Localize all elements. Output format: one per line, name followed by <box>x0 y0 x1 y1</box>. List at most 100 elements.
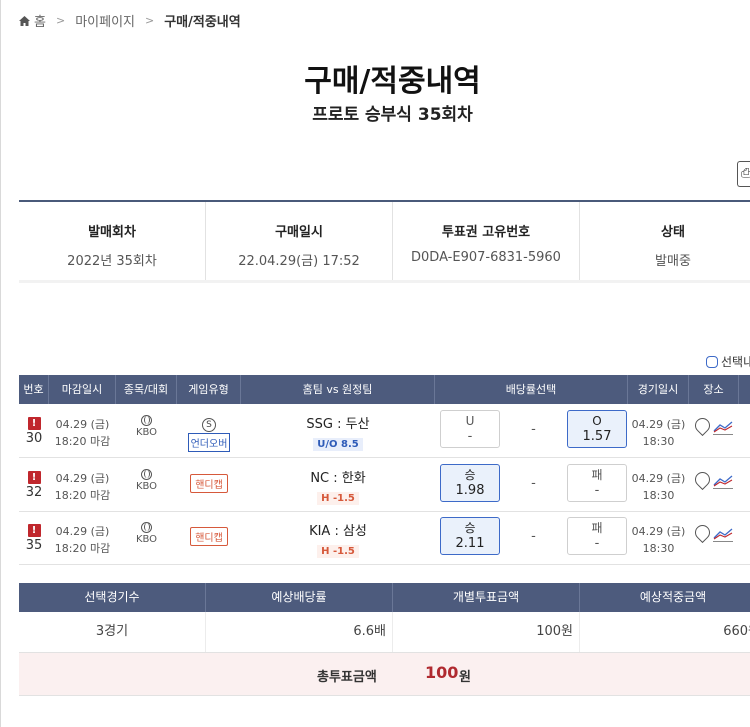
game-type-cell: 핸디캡 <box>177 511 241 564</box>
game-type-cell: S 언더오버 <box>177 404 241 457</box>
odds-label: O <box>592 414 602 428</box>
row-number-cell: ! 35 <box>19 511 49 564</box>
col-header-matchup: 홈팀 vs 원정팀 <box>241 375 435 404</box>
info-value: 22.04.29(금) 17:52 <box>238 254 360 269</box>
location-pin-icon[interactable] <box>695 525 710 545</box>
odds-label: 승 <box>464 468 476 482</box>
game-date-cell: 04.29 (금) 18:30 <box>628 404 689 457</box>
row-number-cell: ! 32 <box>19 458 49 511</box>
printer-icon: ⎙ <box>741 166 750 181</box>
venue-cell <box>689 511 739 564</box>
odds-label: U <box>465 414 475 428</box>
odds-option-win[interactable]: 승 2.11 <box>440 517 500 555</box>
odds-cell: 승 2.11 - 패 - <box>435 511 628 564</box>
row-number-cell: ! 30 <box>19 404 49 457</box>
game-date: 04.29 (금) <box>631 418 686 431</box>
alert-icon: ! <box>27 471 41 484</box>
total-bet-row: 총투표금액 100 원 <box>19 653 750 696</box>
info-ticket-id: 투표권 고유번호 D0DA-E907-6831-5960 <box>393 202 580 281</box>
row-number: 30 <box>25 431 43 446</box>
odds-value: - <box>594 483 600 498</box>
deadline-date: 04.29 (금) <box>55 472 110 485</box>
summary-expected-payout: 660원 <box>580 612 750 652</box>
chevron-right-icon: > <box>145 14 155 27</box>
game-type-tag: 언더오버 <box>187 433 231 452</box>
info-value: 발매중 <box>655 254 691 269</box>
odds-draw: - <box>531 422 536 437</box>
select-all-label: 선택내 <box>721 355 750 369</box>
deadline-time: 18:20 마감 <box>54 542 111 555</box>
odds-label: 승 <box>464 521 476 535</box>
info-header: 구매일시 <box>275 225 323 240</box>
game-date-cell: 04.29 (금) 18:30 <box>628 458 689 511</box>
odds-option-under[interactable]: U - <box>440 410 500 448</box>
info-header: 상태 <box>661 225 685 240</box>
odds-value: - <box>594 536 600 551</box>
deadline-time: 18:20 마감 <box>54 435 111 448</box>
location-pin-icon[interactable] <box>695 418 710 438</box>
sport-cell: KBO <box>116 511 177 564</box>
handicap-badge: H -1.5 <box>317 492 359 505</box>
odds-draw: - <box>531 476 536 491</box>
summary-header: 선택경기수 <box>19 583 206 612</box>
summary-game-count: 3경기 <box>19 612 206 652</box>
handicap-badge: U/O 8.5 <box>313 438 363 451</box>
checkbox-icon[interactable] <box>706 355 718 368</box>
odds-option-lose[interactable]: 패 - <box>567 517 627 555</box>
deadline-date: 04.29 (금) <box>55 418 110 431</box>
alert-icon: ! <box>27 417 41 430</box>
info-header: 투표권 고유번호 <box>441 225 531 240</box>
info-value: 2022년 35회차 <box>67 254 157 269</box>
odds-option-over[interactable]: O 1.57 <box>567 410 627 448</box>
sport-cell: KBO <box>116 404 177 457</box>
odds-option-lose[interactable]: 패 - <box>567 464 627 502</box>
matchup-teams: NC : 한화 <box>310 471 366 486</box>
info-value: D0DA-E907-6831-5960 <box>411 250 561 265</box>
chart-trend-icon[interactable] <box>713 527 733 542</box>
odds-cell: 승 1.98 - 패 - <box>435 458 628 511</box>
summary-table-header: 선택경기수 예상배당률 개별투표금액 예상적중금액 <box>19 583 750 612</box>
breadcrumb: 홈 > 마이페이지 > 구매/적중내역 <box>19 11 241 30</box>
select-all-checkbox[interactable]: 선택내 <box>706 353 750 370</box>
odds-label: 패 <box>591 521 603 535</box>
deadline-cell: 04.29 (금) 18:20 마감 <box>49 458 116 511</box>
deadline-cell: 04.29 (금) 18:20 마감 <box>49 404 116 457</box>
odds-option-win[interactable]: 승 1.98 <box>440 464 500 502</box>
col-header-number: 번호 <box>19 375 49 404</box>
games-table-header: 번호 마감일시 종목/대회 게임유형 홈팀 vs 원정팀 배당률선택 경기일시 … <box>19 375 750 404</box>
summary-row: 3경기 6.6배 100원 660원 <box>19 612 750 653</box>
venue-cell <box>689 404 739 457</box>
print-button[interactable]: ⎙ <box>737 161 750 187</box>
col-header-deadline: 마감일시 <box>49 375 116 404</box>
breadcrumb-mypage[interactable]: 마이페이지 <box>75 11 135 30</box>
league-label: KBO <box>135 534 158 545</box>
col-header-sport: 종목/대회 <box>116 375 177 404</box>
deadline-date: 04.29 (금) <box>55 525 110 538</box>
home-icon[interactable] <box>19 15 30 26</box>
location-pin-icon[interactable] <box>695 472 710 492</box>
game-time: 18:30 <box>642 435 675 448</box>
purchase-info-table: 발매회차 2022년 35회차 구매일시 22.04.29(금) 17:52 투… <box>19 200 750 282</box>
info-purchase-date: 구매일시 22.04.29(금) 17:52 <box>206 202 393 281</box>
chart-trend-icon[interactable] <box>713 474 733 489</box>
breadcrumb-home[interactable]: 홈 <box>34 11 46 30</box>
game-date: 04.29 (금) <box>631 525 686 538</box>
table-row: ! 30 04.29 (금) 18:20 마감 KBO S 언더오버 SSG :… <box>19 404 750 458</box>
baseball-icon <box>141 415 152 426</box>
game-time: 18:30 <box>642 542 675 555</box>
total-bet-label: 총투표금액 <box>317 670 377 685</box>
matchup-cell: SSG : 두산 U/O 8.5 <box>241 404 435 457</box>
row-number: 32 <box>25 485 43 500</box>
game-date-cell: 04.29 (금) 18:30 <box>628 511 689 564</box>
chart-trend-icon[interactable] <box>713 420 733 435</box>
baseball-icon <box>141 469 152 480</box>
summary-expected-odds: 6.6배 <box>206 612 393 652</box>
page-subtitle: 프로토 승부식 35회차 <box>312 105 473 125</box>
odds-value: 1.98 <box>455 483 485 498</box>
summary-bet-amount: 100원 <box>393 612 580 652</box>
league-label: KBO <box>135 481 158 492</box>
matchup-cell: KIA : 삼성 H -1.5 <box>241 511 435 564</box>
chevron-right-icon: > <box>55 14 66 27</box>
info-round: 발매회차 2022년 35회차 <box>19 202 206 281</box>
odds-value: 1.57 <box>582 429 612 444</box>
